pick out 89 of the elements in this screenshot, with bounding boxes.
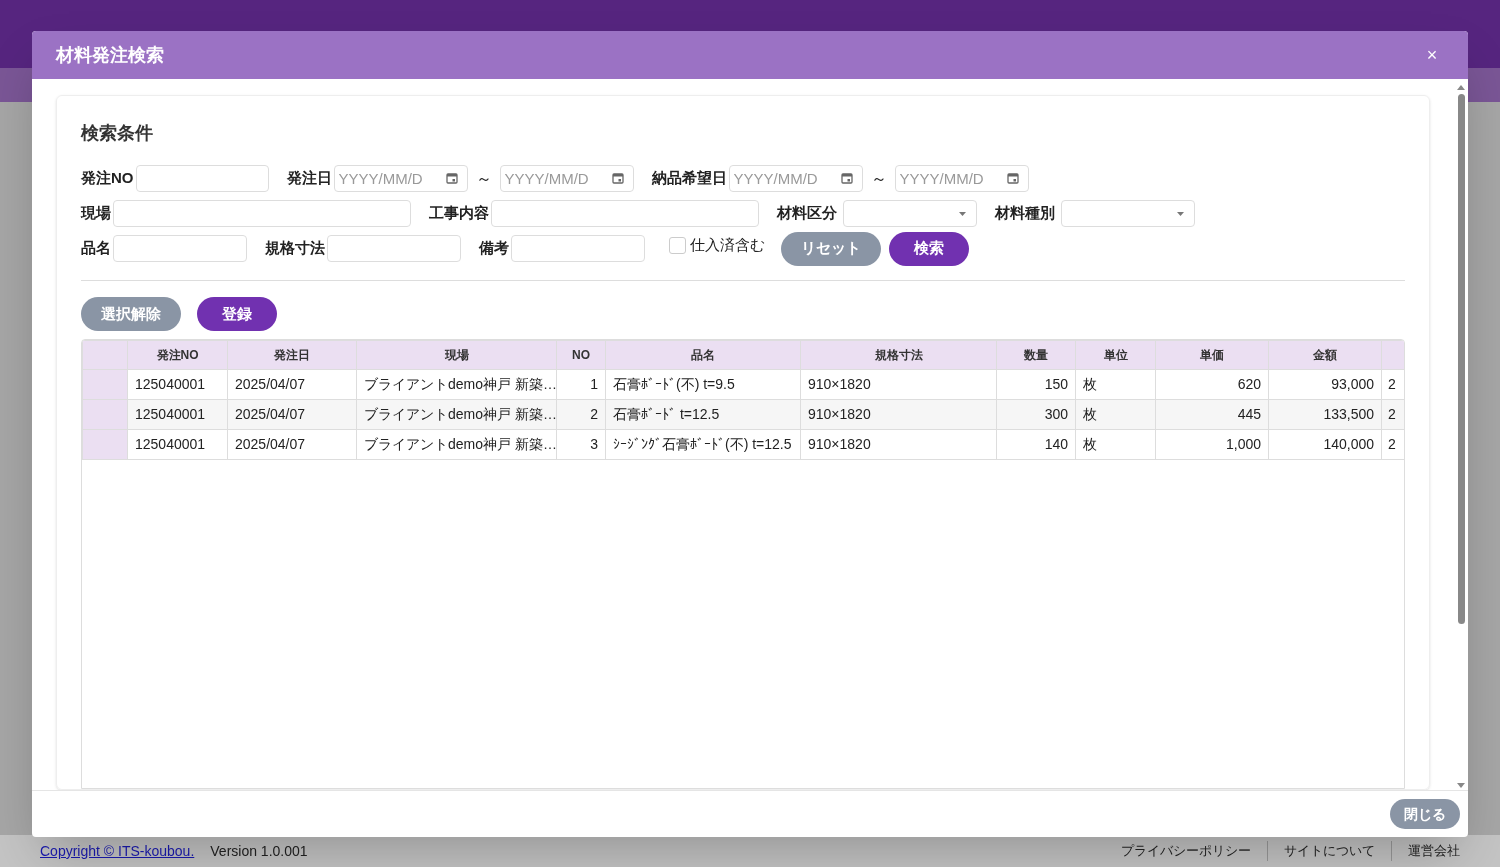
table-cell: 2025/04/07 [227, 399, 357, 430]
table-cell: 125040001 [127, 429, 228, 460]
input-field[interactable] [135, 165, 269, 192]
table-cell: 150 [996, 369, 1076, 400]
input-field[interactable] [491, 200, 759, 227]
column-header: 発注NO [127, 340, 228, 370]
select-field[interactable] [843, 200, 977, 227]
row-selector[interactable] [82, 369, 128, 400]
table-cell: 枚 [1075, 369, 1156, 400]
calendar-icon [840, 172, 853, 184]
scrollbar-thumb[interactable] [1457, 94, 1465, 624]
calendar-icon [445, 172, 458, 184]
button[interactable]: 検索 [889, 231, 969, 266]
input-field[interactable] [113, 235, 247, 262]
input-field[interactable] [113, 200, 411, 227]
caret-icon [959, 211, 966, 216]
column-header: 規格寸法 [800, 340, 997, 370]
table-cell: 1,000 [1155, 429, 1269, 460]
row-selector[interactable] [82, 429, 128, 460]
table-cell: 620 [1155, 369, 1269, 400]
column-header: NO [556, 340, 606, 370]
table-cell: 2025/04/07 [227, 429, 357, 460]
field-label: 材料種別 [995, 203, 1055, 224]
field-label: 工事内容 [429, 203, 489, 224]
table-cell: 125040001 [127, 399, 228, 430]
table-cell: ブライアントdemo神戸 新築… [356, 429, 557, 460]
row-selector[interactable] [82, 399, 128, 430]
checkbox[interactable] [669, 237, 686, 254]
close-button[interactable]: × [1420, 46, 1444, 64]
footer-link[interactable]: サイトについて [1267, 841, 1391, 861]
table-cell: 石膏ﾎﾞｰﾄﾞ t=12.5 [605, 399, 801, 430]
table-cell: 910×1820 [800, 369, 997, 400]
section-heading: 検索条件 [81, 122, 154, 145]
date-field[interactable]: YYYY/MM/D [333, 165, 468, 192]
table-cell: 石膏ﾎﾞｰﾄﾞ(不) t=9.5 [605, 369, 801, 400]
table-cell: 3 [556, 429, 606, 460]
range-separator: ～ [475, 168, 492, 189]
table-cell: 910×1820 [800, 429, 997, 460]
field-label: 現場 [81, 203, 111, 224]
range-separator: ～ [870, 168, 887, 189]
column-header: 発注日 [227, 340, 357, 370]
column-header: 単位 [1075, 340, 1156, 370]
table-cell: 1 [556, 369, 606, 400]
scrollbar[interactable] [1456, 83, 1466, 790]
checkbox-label: 仕入済含む [690, 235, 765, 256]
table-cell: 445 [1155, 399, 1269, 430]
field-label: 納品希望日 [651, 168, 727, 189]
calendar-icon [611, 172, 624, 184]
footer-link[interactable]: 運営会社 [1391, 841, 1460, 861]
field-label: 備考 [479, 238, 509, 259]
field-label: 材料区分 [777, 203, 837, 224]
table-cell: 910×1820 [800, 399, 997, 430]
date-field[interactable]: YYYY/MM/D [499, 165, 634, 192]
dialog-title: 材料発注検索 [56, 43, 165, 67]
table-cell: 140 [996, 429, 1076, 460]
column-header: 品名 [605, 340, 801, 370]
date-field[interactable]: YYYY/MM/D [894, 165, 1029, 192]
field-label: 発注NO [81, 168, 134, 189]
field-label: 規格寸法 [265, 238, 325, 259]
table-cell: 93,000 [1268, 369, 1382, 400]
table-cell: ブライアントdemo神戸 新築… [356, 399, 557, 430]
table-cell: 133,500 [1268, 399, 1382, 430]
footer-link[interactable]: プライバシーポリシー [1105, 841, 1267, 861]
column-header: 金額 [1268, 340, 1382, 370]
calendar-icon [1006, 172, 1019, 184]
scroll-up-icon[interactable] [1456, 83, 1466, 91]
input-field[interactable] [327, 235, 461, 262]
table-cell: 2 [556, 399, 606, 430]
date-field[interactable]: YYYY/MM/D [728, 165, 863, 192]
column-header: 現場 [356, 340, 557, 370]
column-header: 数量 [996, 340, 1076, 370]
caret-icon [1177, 211, 1184, 216]
button[interactable]: 登録 [197, 297, 277, 331]
table-cell: 枚 [1075, 429, 1156, 460]
table-cell: ブライアントdemo神戸 新築… [356, 369, 557, 400]
input-field[interactable] [511, 235, 645, 262]
table-cell: ｼｰｼﾞﾝｸﾞ石膏ﾎﾞｰﾄﾞ(不) t=12.5 [605, 429, 801, 460]
table-cell: 300 [996, 399, 1076, 430]
select-field[interactable] [1061, 200, 1195, 227]
table-cell: 140,000 [1268, 429, 1382, 460]
copyright-link[interactable]: Copyright © ITS-koubou. [40, 840, 195, 862]
table-cell: 2025/04/07 [227, 369, 357, 400]
column-header: 単価 [1155, 340, 1269, 370]
table-cell: 125040001 [127, 369, 228, 400]
field-label: 品名 [81, 238, 111, 259]
table-cell: 枚 [1075, 399, 1156, 430]
version-text: Version 1.0.001 [210, 841, 308, 861]
scroll-down-icon[interactable] [1456, 782, 1466, 790]
field-label: 発注日 [286, 168, 332, 189]
